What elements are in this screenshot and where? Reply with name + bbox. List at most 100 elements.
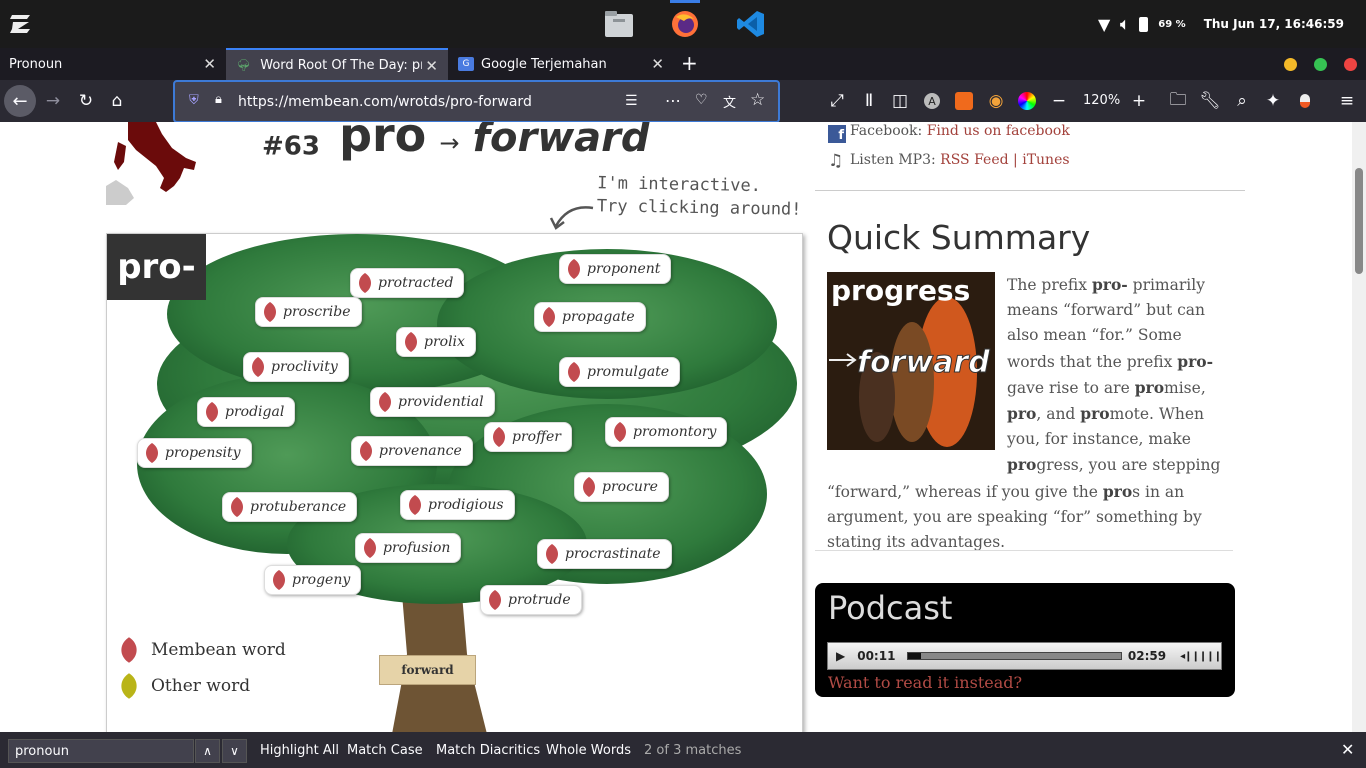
word-prodigious[interactable]: prodigious bbox=[400, 490, 515, 520]
wrench-icon[interactable]: 🔧︎ bbox=[1199, 90, 1221, 112]
dock-apps bbox=[600, 0, 770, 48]
facebook-link[interactable]: Find us on facebook bbox=[927, 123, 1070, 139]
tree-favicon-icon: 🌳︎ bbox=[236, 58, 252, 72]
extension-orange-icon[interactable] bbox=[953, 90, 975, 112]
summary-bold: pro- bbox=[1091, 275, 1128, 294]
word-profusion[interactable]: profusion bbox=[355, 533, 462, 563]
vscode-icon[interactable] bbox=[732, 0, 770, 48]
scrollbar-thumb[interactable] bbox=[1355, 168, 1363, 274]
play-icon[interactable]: ▶ bbox=[836, 649, 845, 663]
red-leaf-icon bbox=[206, 402, 218, 422]
save-to-folder-icon[interactable]: 🗀︎ bbox=[1167, 90, 1189, 112]
close-tab-icon[interactable]: ✕ bbox=[203, 55, 216, 73]
find-next-button[interactable]: ∨ bbox=[222, 739, 247, 763]
close-findbar-icon[interactable]: ✕ bbox=[1341, 740, 1354, 759]
quick-summary-heading: Quick Summary bbox=[827, 218, 1091, 257]
find-previous-button[interactable]: ∧ bbox=[195, 739, 220, 763]
zorin-logo-icon[interactable] bbox=[8, 12, 34, 36]
match-diacritics-option[interactable]: Match Diacritics bbox=[436, 743, 540, 758]
match-case-option[interactable]: Match Case bbox=[347, 743, 423, 758]
extension-toggle-icon[interactable] bbox=[1294, 90, 1316, 112]
fullscreen-icon[interactable]: ⤢ bbox=[826, 90, 848, 112]
whole-words-option[interactable]: Whole Words bbox=[546, 743, 631, 758]
word-propagate[interactable]: propagate bbox=[534, 302, 646, 332]
battery-icon[interactable] bbox=[1139, 16, 1149, 32]
search-icon[interactable]: ⌕ bbox=[1231, 90, 1253, 112]
zoom-out-button[interactable]: − bbox=[1048, 90, 1070, 112]
tab-word-root[interactable]: 🌳︎ Word Root Of The Day: pro ✕ bbox=[226, 48, 448, 80]
pocket-icon[interactable]: ♡ bbox=[695, 92, 708, 108]
word-progeny[interactable]: progeny bbox=[264, 565, 362, 595]
word-promulgate[interactable]: promulgate bbox=[559, 357, 681, 387]
home-button[interactable]: ⌂ bbox=[106, 90, 128, 112]
word-propensity[interactable]: propensity bbox=[137, 438, 252, 468]
tab-google-translate[interactable]: G Google Terjemahan ✕ bbox=[448, 48, 674, 80]
maximize-button[interactable] bbox=[1314, 58, 1327, 71]
word-proscribe[interactable]: proscribe bbox=[255, 297, 362, 327]
page-scrollbar[interactable] bbox=[1352, 122, 1366, 732]
word-protuberance[interactable]: protuberance bbox=[222, 492, 358, 522]
minimize-button[interactable] bbox=[1284, 58, 1297, 71]
word-procure[interactable]: procure bbox=[574, 472, 669, 502]
word-protrude[interactable]: protrude bbox=[480, 585, 582, 615]
forward-button[interactable]: → bbox=[42, 90, 64, 112]
url-text[interactable]: https://membean.com/wrotds/pro-forward bbox=[238, 94, 532, 110]
audio-player[interactable]: ▶ 00:11 02:59 ◂❙❙❙❙❙ bbox=[827, 642, 1222, 670]
word-prolix[interactable]: prolix bbox=[396, 327, 476, 357]
volume-icon[interactable]: ◂❙❙❙❙❙ bbox=[1180, 651, 1222, 662]
word-procrastinate[interactable]: procrastinate bbox=[537, 539, 672, 569]
word-providential[interactable]: providential bbox=[370, 387, 495, 417]
menu-icon[interactable]: ≡ bbox=[1336, 90, 1358, 112]
interactive-hint: I'm interactive. Try clicking around! bbox=[597, 172, 802, 222]
lock-icon[interactable]: 🔒︎ bbox=[215, 92, 222, 107]
seek-bar[interactable] bbox=[907, 652, 1122, 660]
close-tab-icon[interactable]: ✕ bbox=[425, 57, 438, 75]
zoom-level[interactable]: 120% bbox=[1083, 93, 1120, 108]
account-icon[interactable]: A bbox=[921, 90, 943, 112]
back-button[interactable]: ← bbox=[4, 85, 36, 117]
legend-other-word: Other word bbox=[117, 672, 250, 700]
color-picker-icon[interactable] bbox=[1016, 90, 1038, 112]
red-leaf-icon bbox=[546, 544, 558, 564]
read-instead-link[interactable]: Want to read it instead? bbox=[828, 673, 1022, 692]
volume-icon[interactable]: 🔈︎ bbox=[1120, 15, 1129, 33]
reload-button[interactable]: ↻ bbox=[75, 90, 97, 112]
url-bar[interactable]: ⛨ 🔒︎ https://membean.com/wrotds/pro-forw… bbox=[173, 80, 780, 123]
tab-pronoun[interactable]: Pronoun ✕ bbox=[0, 48, 226, 80]
sidebar-icon[interactable]: ◫ bbox=[889, 90, 911, 112]
rss-link[interactable]: RSS Feed bbox=[940, 152, 1008, 168]
firefox-icon[interactable] bbox=[666, 0, 704, 48]
close-tab-icon[interactable]: ✕ bbox=[651, 55, 664, 73]
bookmark-star-icon[interactable]: ☆ bbox=[750, 90, 765, 110]
word-proclivity[interactable]: proclivity bbox=[243, 352, 349, 382]
word-prodigal[interactable]: prodigal bbox=[197, 397, 296, 427]
red-leaf-icon bbox=[614, 422, 626, 442]
new-tab-button[interactable]: + bbox=[681, 51, 698, 75]
translate-icon[interactable]: 文 bbox=[723, 92, 736, 111]
forward-signpost: forward bbox=[379, 655, 476, 685]
files-icon[interactable] bbox=[600, 0, 638, 48]
wifi-icon[interactable]: ▼ bbox=[1098, 15, 1110, 34]
word-tree-panel[interactable]: pro- protracted proponent proscribe prop… bbox=[106, 233, 803, 732]
divider bbox=[815, 550, 1233, 551]
system-tray[interactable]: ▼ 🔈︎ 69 % Thu Jun 17, 16:46:59 bbox=[1098, 0, 1344, 48]
find-input[interactable]: pronoun bbox=[8, 739, 194, 763]
close-window-button[interactable] bbox=[1344, 58, 1357, 71]
clock[interactable]: Thu Jun 17, 16:46:59 bbox=[1204, 17, 1344, 31]
word-promontory[interactable]: promontory bbox=[605, 417, 728, 447]
more-actions-icon[interactable]: ⋯ bbox=[665, 91, 681, 110]
word-protracted[interactable]: protracted bbox=[350, 268, 465, 298]
word-label: proffer bbox=[512, 429, 561, 445]
word-proponent[interactable]: proponent bbox=[559, 254, 672, 284]
library-icon[interactable]: Ⅱ bbox=[858, 90, 880, 112]
extension-owl-icon[interactable]: ◉ bbox=[985, 90, 1007, 112]
word-provenance[interactable]: provenance bbox=[351, 436, 473, 466]
word-proffer[interactable]: proffer bbox=[484, 422, 572, 452]
highlight-all-option[interactable]: Highlight All bbox=[260, 743, 339, 758]
itunes-link[interactable]: iTunes bbox=[1022, 152, 1069, 168]
zoom-in-button[interactable]: + bbox=[1128, 90, 1150, 112]
shield-icon[interactable]: ⛨ bbox=[189, 93, 199, 108]
extensions-puzzle-icon[interactable]: ✦ bbox=[1262, 90, 1284, 112]
tab-title: Pronoun bbox=[9, 56, 63, 72]
reader-view-icon[interactable]: ☰ bbox=[625, 93, 638, 109]
